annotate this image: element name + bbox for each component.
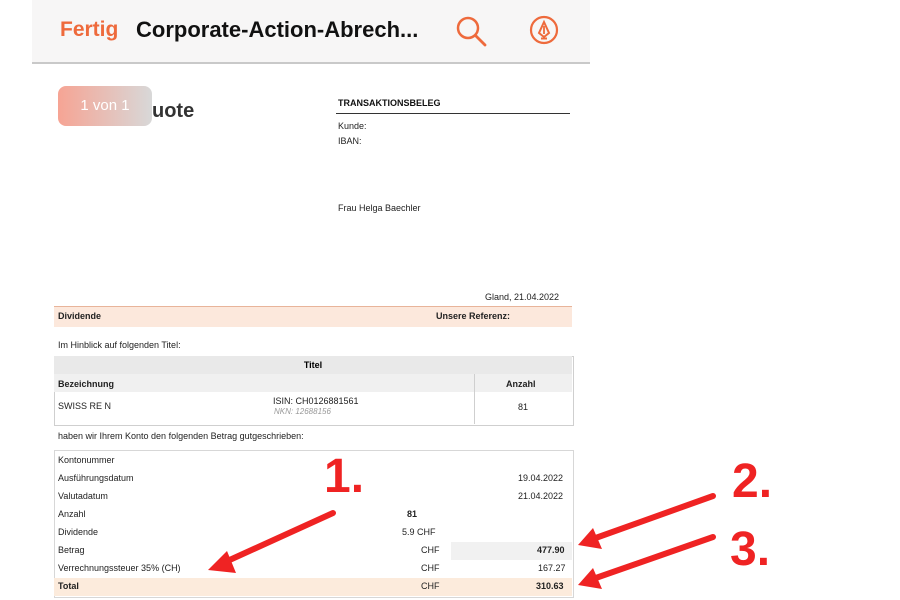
table-col-quantity: Anzahl [506,379,536,389]
detail-label: Total [58,581,79,591]
annotation-3: 3. [730,523,771,576]
table-title: Titel [54,356,572,374]
annotation-1: 1. [324,450,365,503]
document-heading: TRANSAKTIONSBELEG [338,98,441,108]
toolbar-divider [32,62,590,64]
logo-fragment: uote [152,100,195,122]
detail-label: Betrag [58,545,85,555]
heading-rule [336,113,570,114]
document-title: Corporate-Action-Abrech... [136,17,419,42]
detail-value: 19.04.2022 [518,473,564,483]
detail-mid: CHF [421,581,440,591]
table-column-divider [474,374,475,424]
detail-label: Verrechnungssteuer 35% (CH) [58,563,181,573]
detail-mid: 5.9 CHF [402,527,436,537]
detail-value: 310.63 [536,581,564,591]
total-row-background [54,578,572,596]
table-header-row [54,374,572,392]
iban-label: IBAN: [338,136,362,146]
detail-mid: CHF [421,563,440,573]
intro-text: Im Hinblick auf folgenden Titel: [58,340,181,350]
detail-value: 21.04.2022 [518,491,564,501]
nkn-text: NKN: 12688156 [274,407,331,416]
table-col-name: Bezeichnung [58,379,115,389]
detail-mid: CHF [421,545,440,555]
detail-value: 477.90 [537,545,565,555]
detail-mid: 81 [407,509,418,519]
page-indicator-label: 1 von 1 [80,97,130,114]
detail-label: Anzahl [58,509,86,519]
reference-label: Unsere Referenz: [436,311,511,321]
place-date: Gland, 21.04.2022 [485,292,560,302]
detail-value: 167.27 [538,563,566,573]
detail-label: Valutadatum [58,491,108,501]
pdf-viewer-screen: Fertig Corporate-Action-Abrech... 1 von … [0,0,900,600]
done-button[interactable]: Fertig [60,18,118,42]
search-icon[interactable] [454,14,488,48]
detail-label: Kontonummer [58,455,115,465]
security-name: SWISS RE N [58,401,112,411]
credit-text: haben wir Ihrem Konto den folgenden Betr… [58,431,304,441]
dividend-label: Dividende [58,311,102,321]
annotation-2: 2. [732,455,773,508]
security-quantity: 81 [518,402,529,412]
markup-icon[interactable] [528,14,560,46]
detail-label: Dividende [58,527,99,537]
detail-label: Ausführungsdatum [58,473,134,483]
recipient-name: Frau Helga Baechler [338,203,421,213]
customer-label: Kunde: [338,121,367,131]
isin-text: ISIN: CH0126881561 [273,396,359,406]
